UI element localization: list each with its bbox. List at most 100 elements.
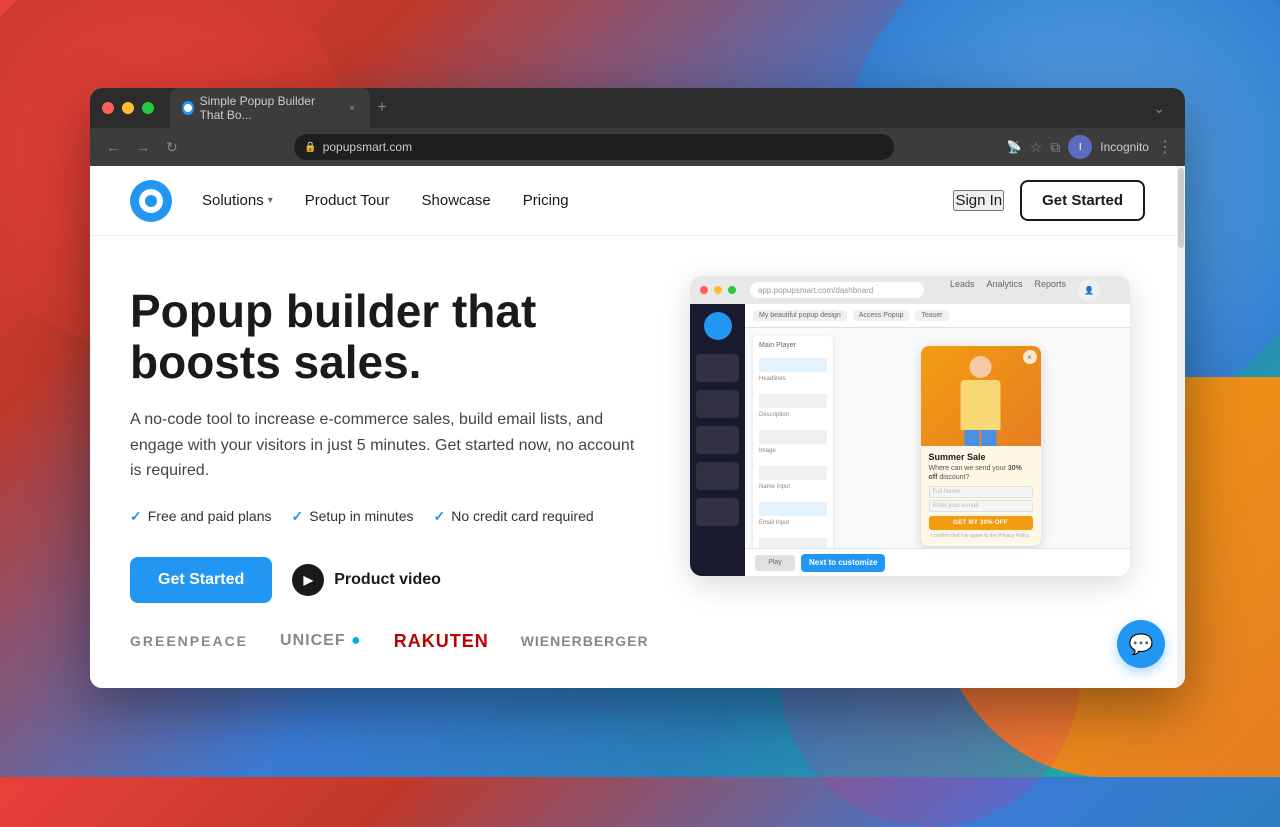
new-tab-button[interactable]: + [370,96,394,120]
ss-toolbar-teaser: Teaser [915,310,948,321]
popup-card-title: Summer Sale [929,452,1033,462]
browser-tab-bar: Simple Popup Builder That Bo... × + ⌄ [170,88,1173,128]
ss-form-item-10 [759,502,827,516]
check-label-3: No credit card required [451,508,593,524]
address-bar[interactable]: 🔒 popupsmart.com [294,134,894,160]
traffic-light-yellow[interactable] [122,102,134,114]
nav-actions-right: Sign In Get Started [953,180,1145,221]
tab-favicon-inner [184,104,192,112]
check-item-2: ✓ Setup in minutes [292,508,414,525]
hero-checks: ✓ Free and paid plans ✓ Setup in minutes… [130,508,650,525]
hero-cta: Get Started ▶ Product video [130,557,650,603]
back-button[interactable]: ← [102,135,124,159]
screenshot-sidebar [690,304,745,576]
screenshot-main-canvas: My beautiful popup design Access Popup T… [745,304,1130,576]
traffic-light-red[interactable] [102,102,114,114]
ss-sidebar-item-4 [696,462,739,490]
ss-form-item-6 [759,430,827,444]
sign-in-button[interactable]: Sign In [953,190,1004,211]
popup-person-figure [953,356,1008,446]
browser-scrollbar[interactable] [1177,166,1185,688]
ss-form-item-4 [759,394,827,408]
nav-product-tour[interactable]: Product Tour [305,192,390,209]
ss-form-item-9: Name Input [759,484,827,498]
product-video-label: Product video [334,571,441,589]
play-icon: ▶ [292,564,324,596]
tab-close-button[interactable]: × [346,101,358,115]
product-screenshot: app.popupsmart.com/dashboard Leads Analy… [690,276,1130,576]
ss-toolbar-access: Access Popup [853,310,910,321]
ss-nav-leads: Leads [950,279,975,301]
nav-solutions[interactable]: Solutions ▾ [202,192,273,209]
popup-card-text: Where can we send your 30% off discount? [929,464,1033,482]
ss-form-item-5: Description [759,412,827,426]
nav-showcase[interactable]: Showcase [422,192,491,209]
ss-nav-reports: Reports [1034,279,1066,301]
cast-icon: 📡 [1007,140,1022,154]
website-content: Solutions ▾ Product Tour Showcase Pricin… [90,166,1185,688]
site-navigation: Solutions ▾ Product Tour Showcase Pricin… [90,166,1185,236]
chat-widget-button[interactable]: 💬 [1117,620,1165,668]
hero-section: Popup builder that boosts sales. A no-co… [90,236,1185,682]
ss-form-item-1: Main Player [759,342,827,356]
screenshot-browser-bar: app.popupsmart.com/dashboard Leads Analy… [690,276,1130,304]
ss-form-item-8 [759,466,827,480]
ss-toolbar-design: My beautiful popup design [753,310,847,321]
screenshot-canvas: Main Player Headlines Description Image … [745,328,1130,576]
browser-chrome: Simple Popup Builder That Bo... × + ⌄ [90,88,1185,128]
ss-form-item-2 [759,358,827,372]
brand-logos: Greenpeace unicef ● Rakuten wienerberger [130,603,650,652]
brand-greenpeace: Greenpeace [130,633,248,649]
preview-btn: Play [755,555,795,571]
ss-sidebar-item-5 [696,498,739,526]
browser-menu-button[interactable]: ⌄ [1145,100,1173,117]
popup-input-name: Full Name [929,486,1033,498]
next-to-customize-btn[interactable]: Next to customize [801,554,885,572]
traffic-light-green[interactable] [142,102,154,114]
check-label-2: Setup in minutes [309,508,413,524]
site-logo[interactable] [130,180,172,222]
browser-tab[interactable]: Simple Popup Builder That Bo... × [170,88,370,128]
ss-user-avatar: 👤 [1078,279,1100,301]
logo-inner [139,189,163,213]
window-icon[interactable]: ⧉ [1050,139,1060,156]
check-item-3: ✓ No credit card required [434,508,594,525]
ss-dot-yellow [714,286,722,294]
browser-options-icon[interactable]: ⋮ [1157,137,1173,157]
tab-title: Simple Popup Builder That Bo... [200,94,341,122]
screenshot-bottom-bar: Play Next to customize [745,548,1130,576]
reload-button[interactable]: ↻ [162,135,182,160]
nav-links: Solutions ▾ Product Tour Showcase Pricin… [202,192,953,209]
popup-card-content: Summer Sale Where can we send your 30% o… [921,446,1041,545]
forward-button[interactable]: → [132,135,154,159]
ss-sidebar-item-2 [696,390,739,418]
bookmark-icon[interactable]: ☆ [1030,139,1043,156]
solutions-chevron-icon: ▾ [268,195,273,206]
ss-sidebar-item-1 [696,354,739,382]
ss-nav-analytics: Analytics [986,279,1022,301]
checkmark-icon-1: ✓ [130,508,142,525]
popup-card-image [921,346,1041,446]
browser-window: Simple Popup Builder That Bo... × + ⌄ ← … [90,88,1185,688]
get-started-nav-button[interactable]: Get Started [1020,180,1145,221]
ss-address-bar: app.popupsmart.com/dashboard [750,282,924,298]
popup-input-email: Enter your e-mail [929,500,1033,512]
ss-sidebar-item-3 [696,426,739,454]
check-item-1: ✓ Free and paid plans [130,508,272,525]
product-video-button[interactable]: ▶ Product video [292,564,441,596]
url-text: popupsmart.com [323,140,412,154]
popup-cta-btn: GET MY 30% OFF [929,516,1033,530]
ss-dot-red [700,286,708,294]
get-started-hero-button[interactable]: Get Started [130,557,272,603]
brand-rakuten: Rakuten [394,631,489,652]
screenshot-popup-card: Summer Sale Where can we send your 30% o… [921,346,1041,546]
tab-favicon [182,101,194,115]
nav-pricing[interactable]: Pricing [523,192,569,209]
hero-title: Popup builder that boosts sales. [130,286,650,387]
hero-right: app.popupsmart.com/dashboard Leads Analy… [690,276,1130,576]
screenshot-sidebar-items [690,348,745,532]
lock-icon: 🔒 [304,142,316,153]
screenshot-sidebar-logo [704,312,732,340]
profile-button[interactable]: I [1068,135,1092,159]
popup-disclaimer: I confirm that I've agree to the Privacy… [929,533,1033,539]
